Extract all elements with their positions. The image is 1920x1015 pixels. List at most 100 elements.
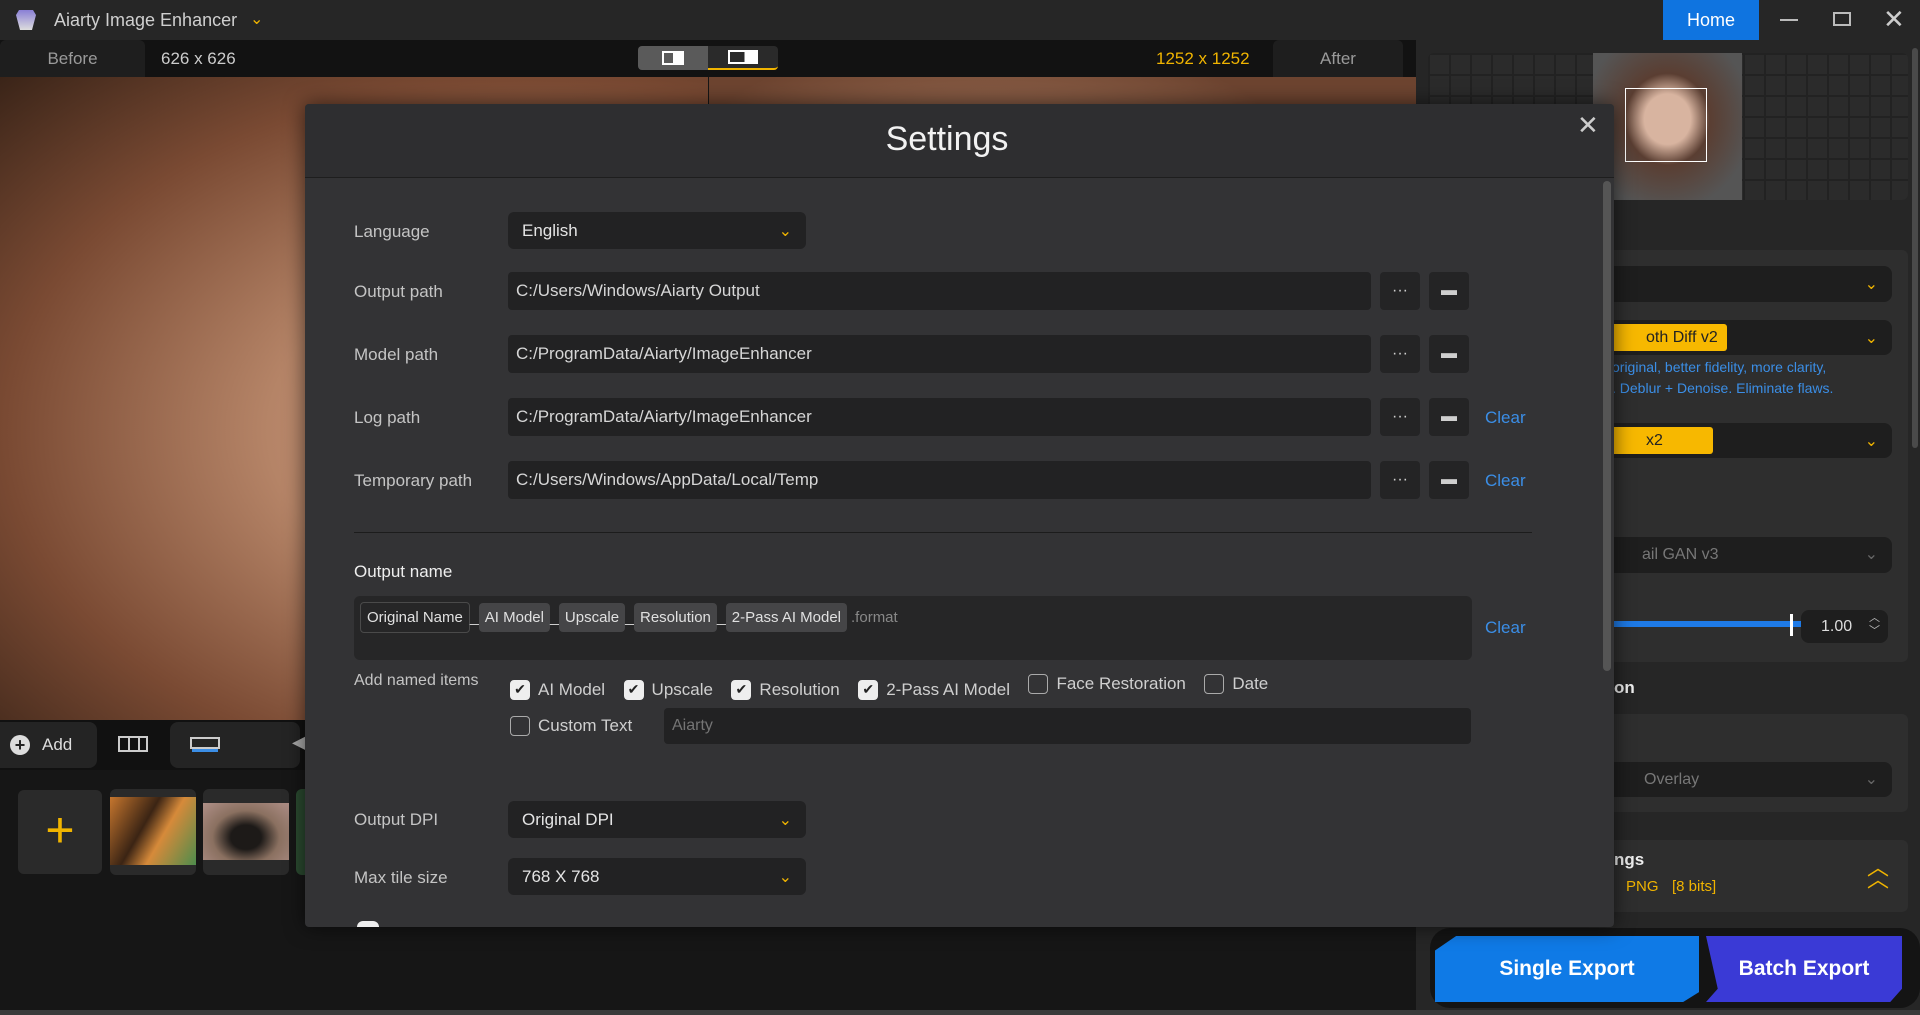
max-tile-size-label: Max tile size bbox=[354, 868, 448, 887]
chip-ai-model[interactable]: AI Model bbox=[478, 603, 550, 632]
temp-path-input[interactable]: C:/Users/Windows/AppData/Local/Temp bbox=[508, 461, 1371, 499]
output-path-folder-icon[interactable]: ▬ bbox=[1429, 272, 1469, 310]
face-selection-box[interactable] bbox=[1625, 88, 1707, 162]
output-name-box[interactable]: Original Name _ AI Model _ Upscale _ Resolutio… bbox=[354, 596, 1472, 660]
log-path-browse-button[interactable]: ··· bbox=[1380, 398, 1420, 436]
log-path-folder-icon[interactable]: ▬ bbox=[1429, 398, 1469, 436]
collapse-arrow-icon[interactable]: ◀ bbox=[292, 732, 306, 753]
strength-input[interactable]: 1.00 ︿ ﹀ bbox=[1801, 610, 1888, 643]
chip-2pass-ai-model[interactable]: 2-Pass AI Model bbox=[725, 603, 848, 632]
model-path-browse-button[interactable]: ··· bbox=[1380, 335, 1420, 373]
dialog-close-icon[interactable]: ✕ bbox=[1577, 110, 1599, 141]
model-path-folder-icon[interactable]: ▬ bbox=[1429, 335, 1469, 373]
checkbox-upscale[interactable]: ✔ Upscale bbox=[623, 679, 713, 700]
chip-upscale[interactable]: Upscale bbox=[558, 603, 626, 632]
output-name-label: Output name bbox=[354, 562, 453, 581]
max-tile-size-value: 768 X 768 bbox=[522, 866, 600, 886]
custom-text-input[interactable] bbox=[664, 708, 1471, 744]
model-description-1: original, better fidelity, more clarity, bbox=[1612, 359, 1827, 375]
title-bar: Aiarty Image Enhancer ⌄ Home ✕ bbox=[0, 0, 1920, 40]
status-strip bbox=[0, 1010, 1920, 1015]
separator: _ bbox=[469, 609, 479, 626]
checkbox-checked-icon: ✔ bbox=[623, 679, 644, 700]
checkbox-date[interactable]: Date bbox=[1204, 674, 1268, 694]
chip-original-name[interactable]: Original Name bbox=[360, 602, 470, 633]
plus-circle-icon: + bbox=[10, 735, 30, 755]
right-scrollbar[interactable] bbox=[1912, 48, 1918, 448]
thumbnail-butterfly[interactable] bbox=[203, 789, 289, 875]
log-path-input[interactable]: C:/ProgramData/Aiarty/ImageEnhancer bbox=[508, 398, 1371, 436]
chevron-down-icon: ⌄ bbox=[1864, 546, 1878, 563]
output-path-browse-button[interactable]: ··· bbox=[1380, 272, 1420, 310]
spinner-icon[interactable]: ︿ ﹀ bbox=[1869, 612, 1880, 638]
dialog-title: Settings bbox=[885, 120, 1009, 158]
compare-bar: Before 626 x 626 1252 x 1252 After bbox=[0, 40, 1416, 77]
checkbox-2pass-ai-model[interactable]: ✔ 2-Pass AI Model bbox=[858, 679, 1010, 700]
slider-handle[interactable] bbox=[1790, 614, 1793, 636]
partial-toggle[interactable] bbox=[357, 921, 379, 927]
settings-dialog: Settings ✕ Language English ⌄ Output path… bbox=[305, 104, 1614, 927]
restore-icon[interactable] bbox=[1833, 12, 1851, 26]
strength-slider[interactable] bbox=[1606, 621, 1812, 627]
checkbox-label: Resolution bbox=[759, 679, 840, 699]
chevron-down-icon: ⌄ bbox=[778, 811, 792, 829]
separator: _ bbox=[625, 609, 634, 626]
separator: _ bbox=[549, 609, 559, 626]
checkbox-label: Custom Text bbox=[538, 716, 633, 735]
output-dpi-dropdown[interactable]: Original DPI ⌄ bbox=[508, 801, 806, 838]
output-dpi-value: Original DPI bbox=[522, 809, 614, 829]
view-side-by-side-button[interactable] bbox=[708, 46, 778, 70]
add-image-tile[interactable]: + bbox=[18, 790, 102, 874]
minimize-icon[interactable] bbox=[1780, 19, 1798, 21]
checkbox-resolution[interactable]: ✔ Resolution bbox=[731, 679, 840, 700]
language-label: Language bbox=[354, 222, 430, 241]
app-menu-chevron-icon[interactable]: ⌄ bbox=[250, 9, 263, 29]
temp-path-browse-button[interactable]: ··· bbox=[1380, 461, 1420, 499]
output-dpi-label: Output DPI bbox=[354, 810, 439, 829]
before-tab[interactable]: Before bbox=[0, 40, 145, 77]
output-name-clear-link[interactable]: Clear bbox=[1485, 618, 1526, 638]
view-single-button[interactable] bbox=[638, 46, 708, 70]
add-button[interactable]: + Add bbox=[0, 722, 97, 768]
export-settings-heading: ngs bbox=[1614, 850, 1645, 869]
side-by-side-icon bbox=[728, 50, 758, 64]
close-window-icon[interactable]: ✕ bbox=[1883, 4, 1905, 35]
model-path-input[interactable]: C:/ProgramData/Aiarty/ImageEnhancer bbox=[508, 335, 1371, 373]
single-export-button[interactable]: Single Export bbox=[1435, 936, 1699, 1002]
checkbox-custom-text[interactable]: Custom Text bbox=[510, 716, 632, 736]
checkbox-label: AI Model bbox=[538, 679, 606, 699]
grid-view-icon[interactable] bbox=[118, 736, 148, 752]
named-items-row: ✔ AI Model ✔ Upscale ✔ Resolution ✔ 2-Pass A… bbox=[510, 674, 1282, 700]
separator: _ bbox=[716, 609, 726, 626]
temp-path-clear-link[interactable]: Clear bbox=[1485, 471, 1526, 491]
batch-export-button[interactable]: Batch Export bbox=[1706, 936, 1902, 1002]
language-dropdown[interactable]: English ⌄ bbox=[508, 212, 806, 249]
checkbox-face-restoration[interactable]: Face Restoration bbox=[1028, 674, 1186, 694]
checkbox-unchecked-icon bbox=[1204, 674, 1225, 694]
second-model-value: ail GAN v3 bbox=[1642, 546, 1719, 563]
filmstrip-view-icon[interactable] bbox=[190, 737, 220, 749]
log-path-label: Log path bbox=[354, 408, 421, 427]
export-bits: [8 bits] bbox=[1672, 878, 1717, 895]
checkbox-checked-icon: ✔ bbox=[510, 679, 530, 700]
collapse-double-chevron-icon[interactable]: ︿ ︿ bbox=[1867, 857, 1889, 891]
output-path-label: Output path bbox=[354, 282, 443, 301]
chevron-down-icon: ⌄ bbox=[778, 222, 792, 240]
max-tile-size-dropdown[interactable]: 768 X 768 ⌄ bbox=[508, 858, 806, 895]
after-tab[interactable]: After bbox=[1273, 40, 1403, 77]
checkbox-ai-model[interactable]: ✔ AI Model bbox=[510, 679, 606, 700]
temp-path-folder-icon[interactable]: ▬ bbox=[1429, 461, 1469, 499]
overlay-value: Overlay bbox=[1644, 771, 1700, 788]
log-path-clear-link[interactable]: Clear bbox=[1485, 408, 1526, 428]
chip-resolution[interactable]: Resolution bbox=[634, 603, 717, 632]
home-button[interactable]: Home bbox=[1663, 0, 1759, 40]
chevron-down-icon: ⌄ bbox=[778, 868, 792, 886]
thumbnail-tiger[interactable] bbox=[110, 789, 196, 875]
output-path-input[interactable]: C:/Users/Windows/Aiarty Output bbox=[508, 272, 1371, 310]
chevron-down-icon: ⌄ bbox=[1864, 276, 1878, 293]
section-heading: on bbox=[1614, 678, 1635, 697]
format-suffix: .format bbox=[851, 609, 898, 626]
checkbox-label: Face Restoration bbox=[1056, 674, 1186, 693]
add-named-items-label: Add named items bbox=[354, 672, 479, 689]
dialog-scrollbar[interactable] bbox=[1603, 181, 1611, 671]
